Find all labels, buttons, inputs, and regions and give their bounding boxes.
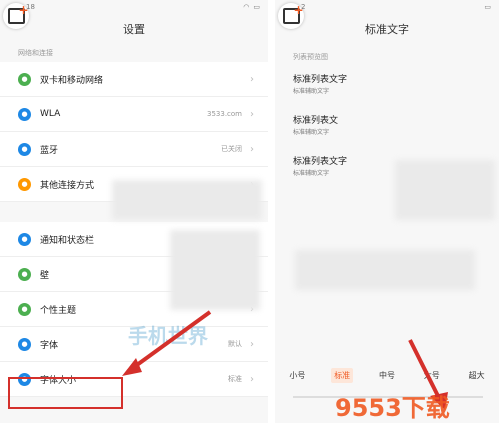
- watermark-9553: 9553下载: [335, 394, 450, 422]
- annotation-arrows: [122, 310, 448, 410]
- arrow-left: [128, 310, 212, 372]
- arrow-left-head: [122, 358, 142, 376]
